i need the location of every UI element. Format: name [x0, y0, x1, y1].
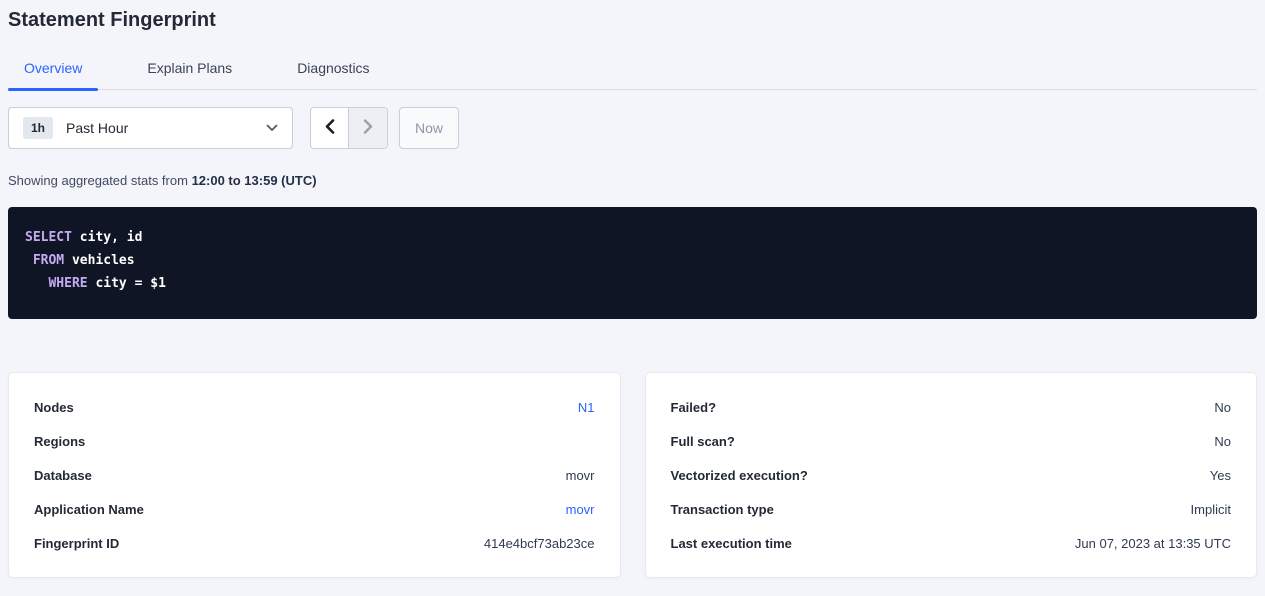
- tab-bar: Overview Explain Plans Diagnostics: [8, 58, 1257, 90]
- row-failed: Failed? No: [671, 390, 1232, 424]
- row-value: No: [1214, 400, 1231, 415]
- application-name-link[interactable]: movr: [566, 502, 595, 517]
- statement-fingerprint-page: Statement Fingerprint Overview Explain P…: [0, 10, 1265, 578]
- next-timeframe-button[interactable]: [349, 108, 387, 148]
- row-label: Vectorized execution?: [671, 468, 808, 483]
- row-label: Regions: [34, 434, 85, 449]
- tab-explain-plans[interactable]: Explain Plans: [131, 58, 248, 89]
- statement-details-card: Nodes N1 Regions Database movr Applicati…: [8, 372, 621, 578]
- row-label: Nodes: [34, 400, 74, 415]
- row-application-name: Application Name movr: [34, 492, 595, 526]
- chevron-right-icon: [363, 119, 373, 137]
- interval-badge: 1h: [23, 117, 53, 139]
- row-label: Transaction type: [671, 502, 774, 517]
- sql-line: SELECT city, id: [25, 226, 1240, 249]
- row-database: Database movr: [34, 458, 595, 492]
- row-label: Application Name: [34, 502, 144, 517]
- previous-timeframe-button[interactable]: [311, 108, 349, 148]
- sql-statement-box: SELECT city, id FROM vehicles WHERE city…: [8, 207, 1257, 319]
- row-regions: Regions: [34, 424, 595, 458]
- nodes-link[interactable]: N1: [578, 400, 595, 415]
- row-value: movr: [566, 468, 595, 483]
- chevron-left-icon: [325, 119, 335, 137]
- row-label: Failed?: [671, 400, 717, 415]
- sql-line: WHERE city = $1: [25, 272, 1240, 295]
- row-last-execution-time: Last execution time Jun 07, 2023 at 13:3…: [671, 526, 1232, 560]
- row-vectorized-execution: Vectorized execution? Yes: [671, 458, 1232, 492]
- stats-caption-range: 12:00 to 13:59 (UTC): [192, 173, 317, 188]
- row-value: 414e4bcf73ab23ce: [484, 536, 595, 551]
- time-pagination: [310, 107, 388, 149]
- time-controls: 1h Past Hour Now: [8, 107, 1257, 149]
- row-value: No: [1214, 434, 1231, 449]
- row-label: Database: [34, 468, 92, 483]
- row-transaction-type: Transaction type Implicit: [671, 492, 1232, 526]
- execution-attributes-card: Failed? No Full scan? No Vectorized exec…: [645, 372, 1258, 578]
- row-full-scan: Full scan? No: [671, 424, 1232, 458]
- tab-diagnostics[interactable]: Diagnostics: [281, 58, 385, 89]
- interval-label: Past Hour: [66, 120, 128, 136]
- sql-statement-text: SELECT city, id FROM vehicles WHERE city…: [25, 226, 1240, 295]
- row-label: Fingerprint ID: [34, 536, 119, 551]
- tab-overview[interactable]: Overview: [8, 58, 98, 89]
- chevron-down-icon: [266, 124, 278, 132]
- row-value: Implicit: [1191, 502, 1231, 517]
- row-value: Yes: [1210, 468, 1231, 483]
- row-nodes: Nodes N1: [34, 390, 595, 424]
- aggregated-stats-caption: Showing aggregated stats from 12:00 to 1…: [8, 173, 1257, 188]
- sql-line: FROM vehicles: [25, 249, 1240, 272]
- row-value: Jun 07, 2023 at 13:35 UTC: [1075, 536, 1231, 551]
- stats-caption-prefix: Showing aggregated stats from: [8, 173, 188, 188]
- summary-cards: Nodes N1 Regions Database movr Applicati…: [8, 372, 1257, 578]
- now-button[interactable]: Now: [399, 107, 459, 149]
- row-label: Last execution time: [671, 536, 792, 551]
- row-fingerprint-id: Fingerprint ID 414e4bcf73ab23ce: [34, 526, 595, 560]
- time-interval-dropdown[interactable]: 1h Past Hour: [8, 107, 293, 149]
- page-title: Statement Fingerprint: [8, 10, 1257, 31]
- row-label: Full scan?: [671, 434, 735, 449]
